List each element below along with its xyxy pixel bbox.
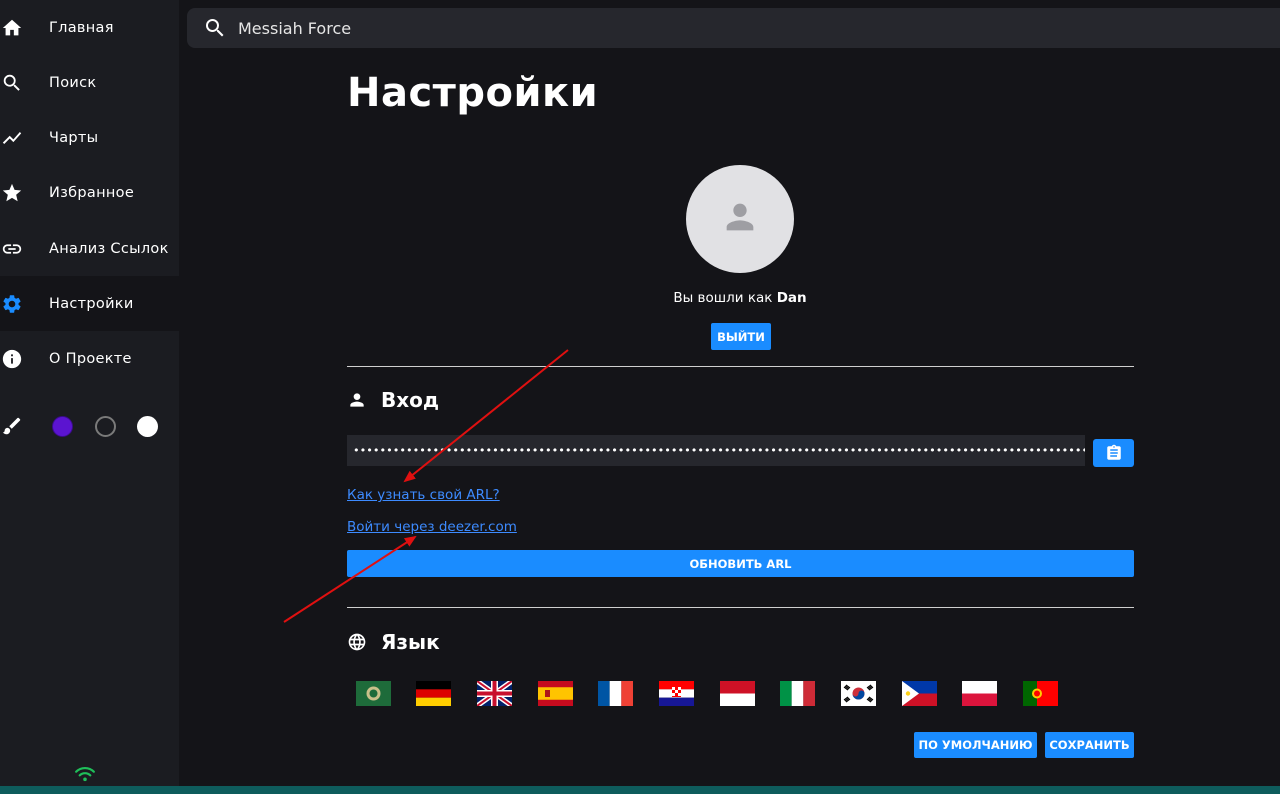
theme-selector — [0, 412, 179, 440]
sidebar-item-label: Чарты — [49, 129, 99, 146]
sidebar-item-about[interactable]: О Проекте — [0, 331, 179, 386]
logout-button[interactable]: ВЫЙТИ — [711, 323, 771, 350]
bottom-player-bar — [0, 786, 1280, 794]
wifi-icon — [75, 767, 95, 782]
home-icon — [1, 17, 23, 39]
username: Dan — [776, 290, 807, 306]
logged-in-text: Вы вошли как Dan — [0, 290, 1280, 306]
search-icon — [206, 19, 224, 37]
star-icon — [1, 182, 23, 204]
sidebar-item-label: Главная — [49, 19, 114, 36]
language-section-title: Язык — [347, 630, 440, 654]
flag-korean[interactable] — [841, 681, 876, 706]
login-section-title: Вход — [347, 388, 439, 412]
login-deezer-link[interactable]: Войти через deezer.com — [347, 519, 517, 535]
link-icon — [1, 238, 23, 260]
language-section-label: Язык — [381, 630, 440, 654]
page-title: Настройки — [347, 70, 599, 116]
search-input[interactable] — [238, 14, 1138, 42]
flag-spanish[interactable] — [538, 681, 573, 706]
sidebar-item-home[interactable]: Главная — [0, 0, 179, 55]
sidebar-item-label: О Проекте — [49, 350, 132, 367]
clipboard-icon — [1106, 444, 1121, 460]
sidebar-item-label: Поиск — [49, 74, 97, 91]
sidebar-item-search[interactable]: Поиск — [0, 55, 179, 110]
sidebar-item-label: Анализ Ссылок — [49, 240, 169, 257]
search-icon — [1, 72, 23, 94]
flag-filipino[interactable] — [902, 681, 937, 706]
flag-croatian[interactable] — [659, 681, 694, 706]
logged-in-label: Вы вошли как — [673, 290, 777, 306]
theme-dark-button[interactable] — [95, 416, 116, 437]
save-button[interactable]: СОХРАНИТЬ — [1045, 732, 1134, 758]
search-bar — [187, 8, 1280, 48]
avatar — [686, 165, 794, 273]
flag-arabic[interactable] — [356, 681, 391, 706]
flag-german[interactable] — [416, 681, 451, 706]
sidebar-item-link-analyzer[interactable]: Анализ Ссылок — [0, 221, 179, 276]
arl-help-link[interactable]: Как узнать свой ARL? — [347, 487, 500, 503]
trending-icon — [1, 127, 23, 149]
annotation-arrows — [283, 349, 569, 623]
theme-light-button[interactable] — [137, 416, 158, 437]
arl-input[interactable] — [347, 435, 1085, 466]
flag-polish[interactable] — [962, 681, 997, 706]
sidebar-item-label: Избранное — [49, 184, 135, 201]
flag-english[interactable] — [477, 681, 512, 706]
info-icon — [1, 348, 23, 370]
sidebar-item-favorites[interactable]: Избранное — [0, 165, 179, 220]
flag-portuguese[interactable] — [1023, 681, 1058, 706]
update-arl-button[interactable]: ОБНОВИТЬ ARL — [347, 550, 1134, 577]
divider — [347, 366, 1134, 367]
person-icon — [350, 393, 364, 407]
login-section-label: Вход — [381, 388, 440, 412]
globe-icon — [348, 633, 366, 651]
reset-default-button[interactable]: ПО УМОЛЧАНИЮ — [914, 732, 1037, 758]
divider — [347, 607, 1134, 608]
person-icon — [726, 203, 754, 231]
theme-purple-button[interactable] — [52, 416, 73, 437]
sidebar-item-charts[interactable]: Чарты — [0, 110, 179, 165]
flag-indonesian[interactable] — [720, 681, 755, 706]
brush-icon — [2, 417, 21, 435]
flag-italian[interactable] — [780, 681, 815, 706]
sidebar: Главная Поиск Чарты Избранное Анализ Ссы… — [0, 0, 179, 786]
flag-french[interactable] — [598, 681, 633, 706]
paste-arl-button[interactable] — [1093, 439, 1134, 467]
